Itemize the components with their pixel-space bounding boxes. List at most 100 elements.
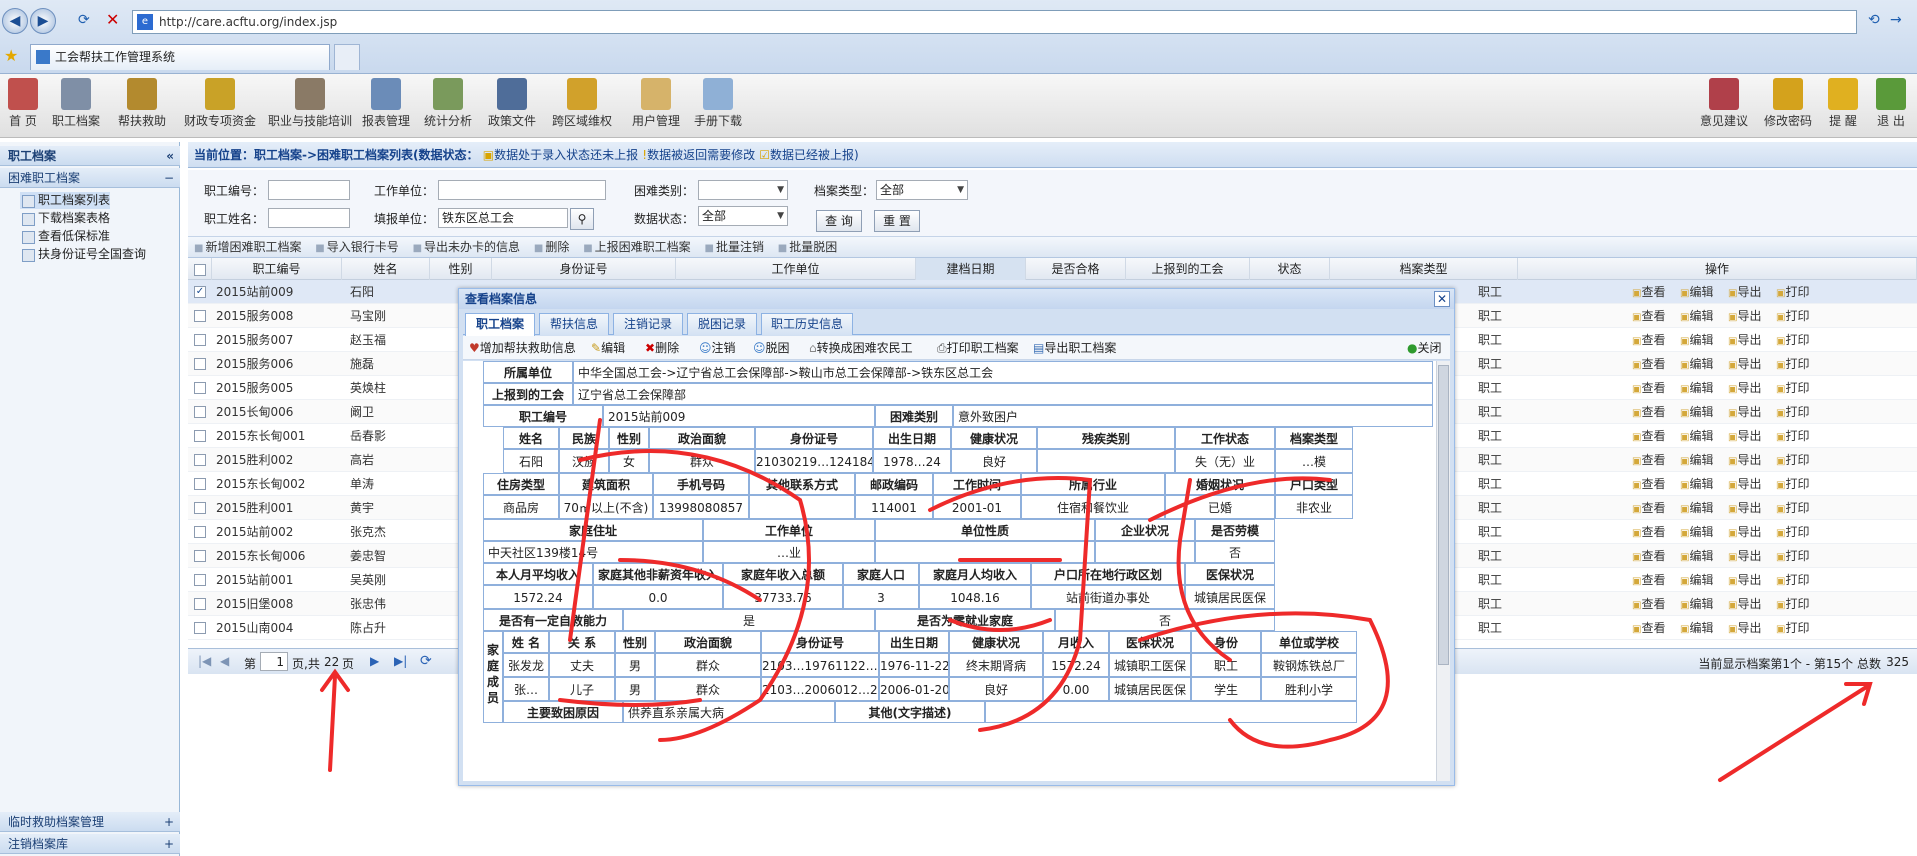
row-export-button[interactable]: ▣导出: [1728, 400, 1761, 424]
toolbar-home-button[interactable]: 首 页: [8, 78, 38, 129]
delete-button[interactable]: 删除: [534, 237, 569, 259]
row-checkbox[interactable]: ✓: [194, 286, 206, 298]
row-view-button[interactable]: ▣查看: [1632, 352, 1665, 376]
row-export-button[interactable]: ▣导出: [1728, 328, 1761, 352]
row-print-button[interactable]: ▣打印: [1776, 448, 1809, 472]
row-view-button[interactable]: ▣查看: [1632, 424, 1665, 448]
row-checkbox[interactable]: [194, 430, 206, 442]
stop-icon[interactable]: ✕: [106, 10, 119, 29]
row-checkbox[interactable]: [194, 574, 206, 586]
col-idcard[interactable]: 身份证号: [492, 258, 676, 280]
reset-button[interactable]: 重 置: [874, 210, 920, 232]
delete-button[interactable]: ✖删除: [645, 336, 679, 360]
export-nocard-button[interactable]: 导出未办卡的信息: [413, 237, 520, 259]
row-checkbox[interactable]: [194, 622, 206, 634]
row-checkbox[interactable]: [194, 478, 206, 490]
toolbar-users-button[interactable]: 职业与技能培训: [268, 78, 352, 129]
close-icon[interactable]: ✕: [1434, 291, 1450, 307]
col-qualified[interactable]: 是否合格: [1026, 258, 1126, 280]
toolbar-document-button[interactable]: 职工档案: [52, 78, 100, 129]
page-input[interactable]: 1: [260, 652, 288, 671]
row-view-button[interactable]: ▣查看: [1632, 400, 1665, 424]
row-print-button[interactable]: ▣打印: [1776, 424, 1809, 448]
row-checkbox[interactable]: [194, 598, 206, 610]
row-view-button[interactable]: ▣查看: [1632, 472, 1665, 496]
row-checkbox[interactable]: [194, 406, 206, 418]
toolbar-lock-button[interactable]: 修改密码: [1764, 78, 1812, 129]
refresh-icon[interactable]: ⟳: [420, 653, 432, 669]
row-checkbox[interactable]: [194, 358, 206, 370]
prev-page-icon[interactable]: ◀: [220, 654, 229, 668]
col-gender[interactable]: 性别: [430, 258, 492, 280]
compat-icon[interactable]: ⟲: [1868, 12, 1880, 28]
col-emp-id[interactable]: 职工编号: [212, 258, 342, 280]
row-export-button[interactable]: ▣导出: [1728, 520, 1761, 544]
report-button[interactable]: 上报困难职工档案: [583, 237, 691, 259]
row-checkbox[interactable]: [194, 334, 206, 346]
toolbar-warning-sign-button[interactable]: 跨区域维权: [552, 78, 612, 129]
col-name[interactable]: 姓名: [342, 258, 430, 280]
browser-tab[interactable]: 工会帮扶工作管理系统: [30, 44, 330, 70]
row-edit-button[interactable]: ▣编辑: [1680, 376, 1713, 400]
row-edit-button[interactable]: ▣编辑: [1680, 424, 1713, 448]
tab-history[interactable]: 职工历史信息: [761, 313, 853, 335]
type-select[interactable]: 全部: [876, 180, 968, 200]
row-checkbox[interactable]: [194, 550, 206, 562]
row-view-button[interactable]: ▣查看: [1632, 328, 1665, 352]
row-edit-button[interactable]: ▣编辑: [1680, 520, 1713, 544]
import-bank-button[interactable]: 导入银行卡号: [315, 237, 399, 259]
row-edit-button[interactable]: ▣编辑: [1680, 496, 1713, 520]
plus-icon[interactable]: +: [164, 812, 174, 832]
row-edit-button[interactable]: ▣编辑: [1680, 616, 1713, 640]
tab-cancel-log[interactable]: 注销记录: [613, 313, 683, 335]
row-checkbox[interactable]: [194, 310, 206, 322]
sidebar-bottom-temp[interactable]: 临时救助档案管理 +: [0, 812, 180, 832]
row-edit-button[interactable]: ▣编辑: [1680, 472, 1713, 496]
row-export-button[interactable]: ▣导出: [1728, 544, 1761, 568]
col-work-unit[interactable]: 工作单位: [676, 258, 916, 280]
row-print-button[interactable]: ▣打印: [1776, 520, 1809, 544]
status-select[interactable]: 全部: [698, 206, 788, 226]
sidebar-item-list[interactable]: 职工档案列表: [20, 192, 111, 209]
scroll-thumb[interactable]: [1438, 365, 1449, 665]
address-bar[interactable]: e http://care.acftu.org/index.jsp: [132, 10, 1857, 34]
close-button[interactable]: ●关闭: [1407, 336, 1442, 360]
row-export-button[interactable]: ▣导出: [1728, 568, 1761, 592]
next-page-icon[interactable]: ▶: [370, 654, 379, 668]
row-edit-button[interactable]: ▣编辑: [1680, 568, 1713, 592]
query-button[interactable]: 查 询: [816, 210, 862, 232]
col-union[interactable]: 上报到的工会: [1126, 258, 1250, 280]
row-export-button[interactable]: ▣导出: [1728, 304, 1761, 328]
row-edit-button[interactable]: ▣编辑: [1680, 544, 1713, 568]
row-view-button[interactable]: ▣查看: [1632, 544, 1665, 568]
col-type[interactable]: 档案类型: [1330, 258, 1518, 280]
dialog-scrollbar[interactable]: [1436, 361, 1450, 781]
row-checkbox[interactable]: [194, 502, 206, 514]
toolbar-alert-button[interactable]: 提 醒: [1828, 78, 1858, 129]
collapse-icon[interactable]: «: [166, 146, 174, 166]
row-export-button[interactable]: ▣导出: [1728, 472, 1761, 496]
new-tab-button[interactable]: [334, 44, 360, 70]
row-view-button[interactable]: ▣查看: [1632, 448, 1665, 472]
sidebar-bottom-cancel[interactable]: 注销档案库 +: [0, 834, 180, 854]
toolbar-report-button[interactable]: 报表管理: [362, 78, 410, 129]
sidebar-group[interactable]: 困难职工档案 −: [0, 168, 180, 188]
favorites-star-icon[interactable]: ★: [4, 46, 18, 65]
go-icon[interactable]: →: [1890, 12, 1902, 28]
batch-cancel-button[interactable]: 批量注销: [704, 237, 764, 259]
row-edit-button[interactable]: ▣编辑: [1680, 448, 1713, 472]
toolbar-folder-user-button[interactable]: 用户管理: [632, 78, 680, 129]
row-export-button[interactable]: ▣导出: [1728, 496, 1761, 520]
sidebar-item-download[interactable]: 下载档案表格: [20, 210, 110, 227]
cancel-button[interactable]: ☺注销: [699, 336, 736, 360]
batch-relief-button[interactable]: 批量脱困: [778, 237, 837, 259]
row-print-button[interactable]: ▣打印: [1776, 352, 1809, 376]
row-view-button[interactable]: ▣查看: [1632, 592, 1665, 616]
row-view-button[interactable]: ▣查看: [1632, 616, 1665, 640]
row-print-button[interactable]: ▣打印: [1776, 328, 1809, 352]
row-checkbox[interactable]: [194, 382, 206, 394]
row-export-button[interactable]: ▣导出: [1728, 424, 1761, 448]
row-edit-button[interactable]: ▣编辑: [1680, 328, 1713, 352]
sidebar-item-standard[interactable]: 查看低保标准: [20, 228, 110, 245]
row-edit-button[interactable]: ▣编辑: [1680, 280, 1713, 304]
